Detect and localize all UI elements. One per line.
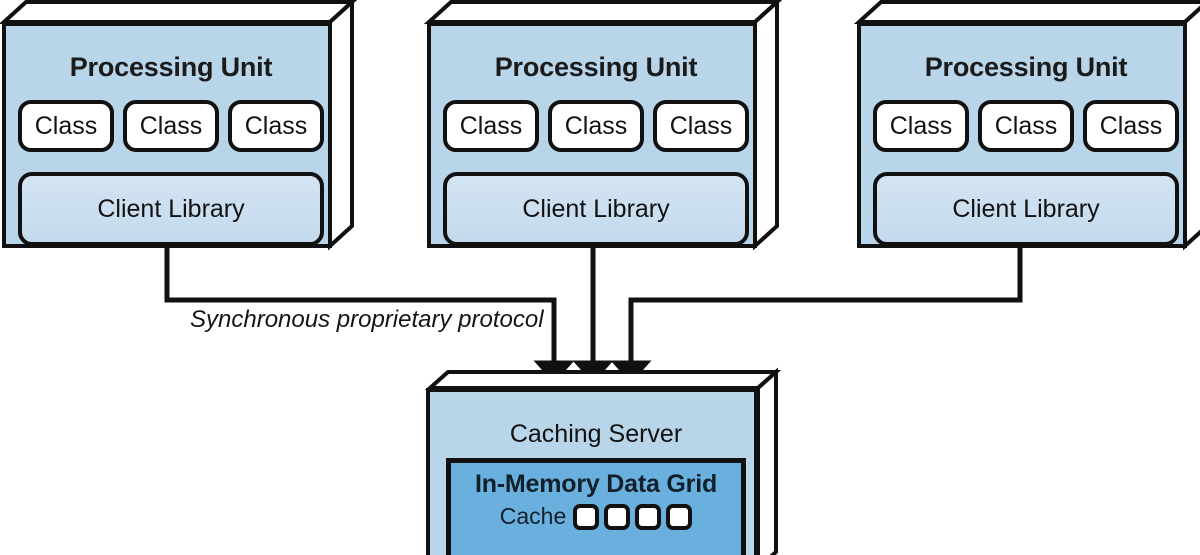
cache-cell[interactable] [573, 503, 600, 530]
processing-unit-3-class-row: Class Class Class [873, 100, 1179, 152]
class-box[interactable]: Class [978, 100, 1074, 152]
class-box[interactable]: Class [443, 100, 539, 152]
processing-unit-1-class-row: Class Class Class [18, 100, 324, 152]
in-memory-data-grid-title: In-Memory Data Grid [474, 470, 718, 498]
client-library-box-2[interactable]: Client Library [443, 172, 749, 246]
cache-cell[interactable] [604, 503, 631, 530]
cache-row: Cache [451, 503, 741, 530]
processing-unit-3-title: Processing Unit [924, 52, 1128, 82]
cache-cell[interactable] [666, 503, 693, 530]
processing-unit-2-class-row: Class Class Class [443, 100, 749, 152]
processing-unit-2-front-face: Processing Unit Class Class Class Client… [427, 22, 757, 248]
class-box[interactable]: Class [653, 100, 749, 152]
client-library-box-3[interactable]: Client Library [873, 172, 1179, 246]
cache-label: Cache [499, 503, 567, 529]
cache-cell[interactable] [635, 503, 662, 530]
caching-server-title: Caching Server [509, 420, 683, 448]
processing-unit-1-title: Processing Unit [69, 52, 273, 82]
class-box[interactable]: Class [228, 100, 324, 152]
class-box[interactable]: Class [123, 100, 219, 152]
protocol-label: Synchronous proprietary protocol [190, 306, 544, 333]
processing-unit-2-title: Processing Unit [494, 52, 698, 82]
caching-server-front-face: Caching Server In-Memory Data Grid Cache [426, 388, 758, 555]
class-box[interactable]: Class [548, 100, 644, 152]
client-library-box-1[interactable]: Client Library [18, 172, 324, 246]
class-box[interactable]: Class [18, 100, 114, 152]
processing-unit-3-front-face: Processing Unit Class Class Class Client… [857, 22, 1187, 248]
diagram-canvas: Processing Unit Class Class Class Client… [0, 0, 1200, 555]
in-memory-data-grid[interactable]: In-Memory Data Grid Cache [446, 458, 746, 555]
class-box[interactable]: Class [1083, 100, 1179, 152]
processing-unit-1-front-face: Processing Unit Class Class Class Client… [2, 22, 332, 248]
class-box[interactable]: Class [873, 100, 969, 152]
